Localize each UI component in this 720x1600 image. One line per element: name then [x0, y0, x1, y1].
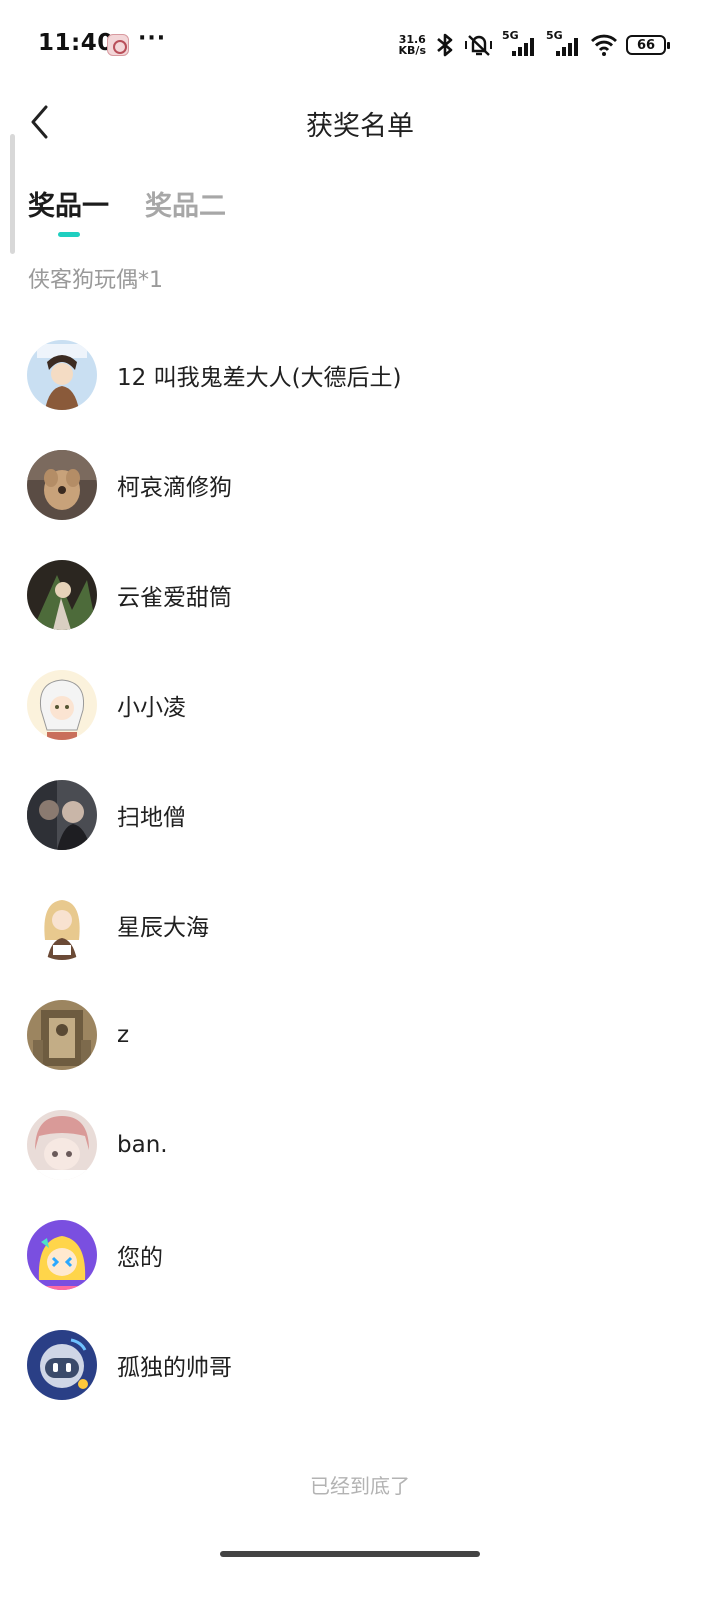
winner-name: 星辰大海: [117, 915, 209, 941]
list-item[interactable]: ban.: [0, 1090, 720, 1200]
status-time: 11:40: [38, 30, 114, 56]
winner-name: 柯哀滴修狗: [117, 475, 232, 501]
avatar[interactable]: [27, 670, 97, 740]
winner-name: z: [117, 1022, 130, 1048]
avatar[interactable]: [27, 450, 97, 520]
winner-name: 扫地僧: [117, 805, 186, 831]
list-item[interactable]: 星辰大海: [0, 870, 720, 980]
winner-name: 12 叫我鬼差大人(大德后土): [117, 365, 402, 391]
bluetooth-icon: [437, 33, 453, 57]
tab-prize-1[interactable]: 奖品一: [28, 184, 109, 237]
tab-active-indicator: [57, 232, 80, 237]
winner-name: 孤独的帅哥: [117, 1355, 232, 1381]
network-speed: 31.6 KB/s: [399, 34, 426, 56]
list-item[interactable]: 您的: [0, 1200, 720, 1310]
list-item[interactable]: z: [0, 980, 720, 1090]
silent-vibrate-icon: [465, 35, 492, 56]
page-title: 获奖名单: [306, 111, 414, 142]
wifi-icon: [591, 34, 617, 56]
tab-label: 奖品一: [28, 191, 109, 222]
avatar[interactable]: [27, 780, 97, 850]
winner-list: 12 叫我鬼差大人(大德后土) 柯哀滴修狗 云雀爱甜筒 小小凌 扫地僧 星辰大海: [0, 320, 720, 1420]
battery-level: 66: [636, 37, 656, 53]
list-item[interactable]: 云雀爱甜筒: [0, 540, 720, 650]
list-item[interactable]: 柯哀滴修狗: [0, 430, 720, 540]
more-dots-icon: ···: [138, 26, 167, 51]
prize-tabs: 奖品一 奖品二: [28, 184, 226, 237]
avatar[interactable]: [27, 1330, 97, 1400]
signal-icon: 5G: [502, 29, 538, 58]
end-of-list-text: 已经到底了: [310, 1474, 410, 1498]
header: 获奖名单: [0, 90, 720, 154]
avatar[interactable]: [27, 340, 97, 410]
list-item[interactable]: 孤独的帅哥: [0, 1310, 720, 1420]
avatar[interactable]: [27, 1220, 97, 1290]
app-notification-icon: [107, 34, 129, 56]
winner-name: 小小凌: [117, 695, 186, 721]
avatar[interactable]: [27, 560, 97, 630]
winner-name: 云雀爱甜筒: [117, 585, 232, 611]
avatar[interactable]: [27, 890, 97, 960]
home-indicator[interactable]: [220, 1551, 480, 1557]
status-indicators: 31.6 KB/s 5G 5G 66: [399, 29, 670, 60]
status-bar: 11:40 ··· 31.6 KB/s 5G 5G 66: [0, 0, 720, 90]
list-item[interactable]: 扫地僧: [0, 760, 720, 870]
winner-name: 您的: [117, 1245, 163, 1271]
battery-icon: 66: [626, 35, 670, 55]
tab-prize-2[interactable]: 奖品二: [145, 184, 226, 237]
signal-icon-2: 5G: [546, 29, 582, 58]
tab-label: 奖品二: [145, 191, 226, 222]
list-item[interactable]: 12 叫我鬼差大人(大德后土): [0, 320, 720, 430]
winner-name: ban.: [117, 1132, 168, 1158]
list-item[interactable]: 小小凌: [0, 650, 720, 760]
scroll-indicator: [10, 134, 15, 254]
network-speed-unit: KB/s: [398, 44, 426, 57]
avatar[interactable]: [27, 1000, 97, 1070]
prize-name: 侠客狗玩偶*1: [28, 268, 163, 293]
avatar[interactable]: [27, 1110, 97, 1180]
